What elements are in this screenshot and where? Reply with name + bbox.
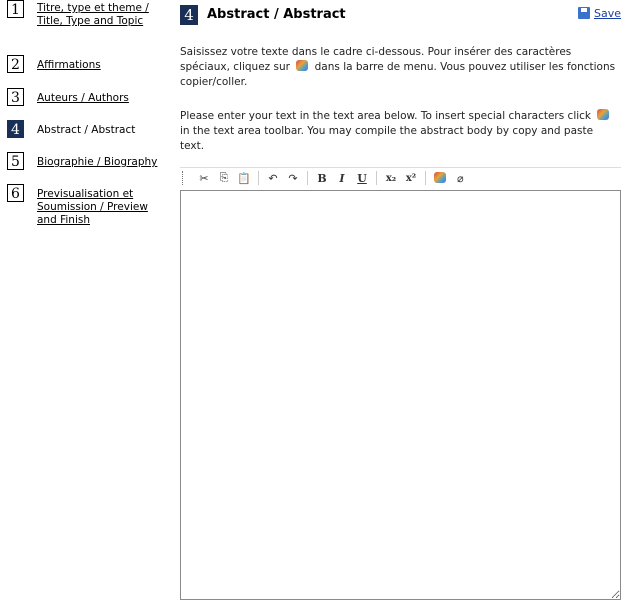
special-chars-icon[interactable] (430, 171, 450, 185)
step-number: 5 (7, 152, 24, 170)
eraser-icon[interactable]: ⌀ (450, 172, 470, 185)
bold-button[interactable]: B (312, 172, 332, 185)
step-number: 6 (7, 184, 24, 202)
step-link-authors[interactable]: Auteurs / Authors (37, 92, 129, 104)
step-link-affirmations[interactable]: Affirmations (37, 59, 101, 71)
toolbar-separator (307, 171, 308, 185)
italic-button[interactable]: I (332, 172, 352, 185)
editor-toolbar: ✂ ⎘ 📋 ↶ ↷ B I U x₂ x² ⌀ (180, 167, 621, 188)
redo-icon[interactable]: ↷ (283, 172, 303, 185)
paste-icon[interactable]: 📋 (234, 172, 254, 185)
toolbar-separator (258, 171, 259, 185)
step-label-abstract: Abstract / Abstract (37, 124, 136, 136)
save-link[interactable]: Save (594, 7, 621, 20)
subscript-button[interactable]: x₂ (381, 173, 401, 184)
step-link-preview[interactable]: Previsualisation et Soumission / Preview… (37, 188, 148, 226)
instructions-text: Please enter your text in the text area … (180, 110, 592, 122)
instructions-french: Saisissez votre texte dans le cadre ci-d… (180, 45, 620, 90)
page-title: Abstract / Abstract (207, 7, 346, 22)
step-link-biography[interactable]: Biographie / Biography (37, 156, 157, 168)
cut-icon[interactable]: ✂ (194, 172, 214, 185)
instructions-text: in the text area toolbar. You may compil… (180, 125, 594, 152)
step-number: 3 (7, 88, 24, 106)
copy-icon[interactable]: ⎘ (214, 171, 234, 185)
toolbar-separator (425, 171, 426, 185)
undo-icon[interactable]: ↶ (263, 172, 283, 185)
toolbar-grip[interactable] (182, 171, 186, 185)
underline-button[interactable]: U (352, 172, 372, 185)
step-number: 2 (7, 55, 24, 73)
special-chars-icon (597, 109, 610, 120)
section-number: 4 (180, 5, 198, 25)
save-icon (577, 7, 590, 19)
instructions-english: Please enter your text in the text area … (180, 109, 620, 154)
toolbar-separator (376, 171, 377, 185)
superscript-button[interactable]: x² (401, 173, 421, 184)
step-link-title[interactable]: Titre, type et theme / Title, Type and T… (37, 2, 149, 27)
step-number-active: 4 (7, 120, 24, 138)
step-number: 1 (7, 0, 24, 18)
special-chars-icon (296, 60, 309, 71)
save-button[interactable]: Save (577, 7, 621, 20)
abstract-textarea[interactable] (180, 190, 621, 600)
